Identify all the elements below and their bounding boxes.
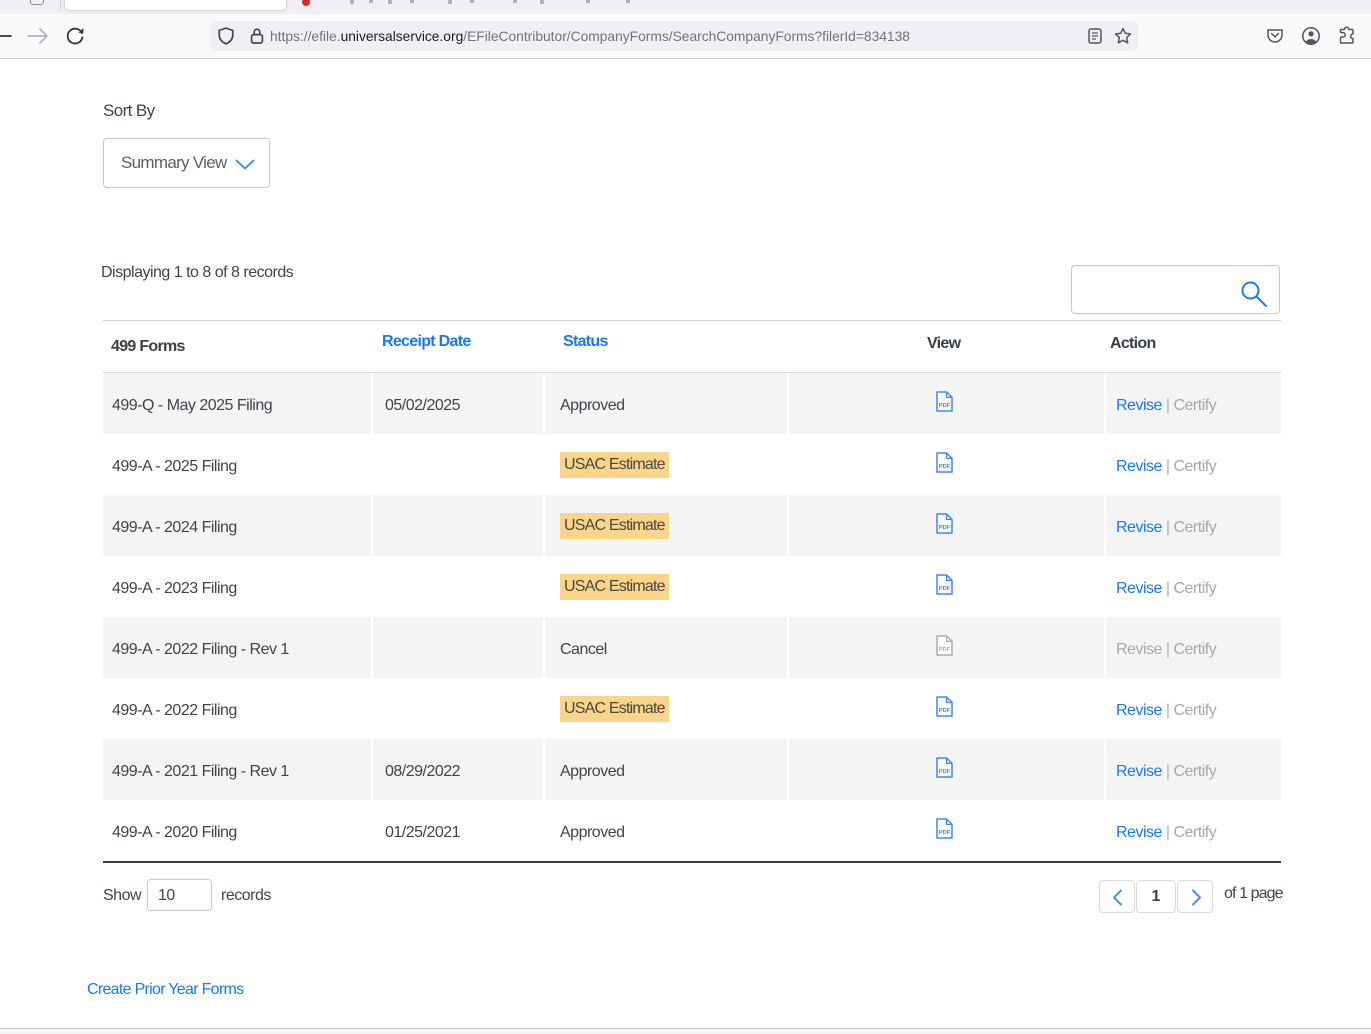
svg-text:PDF: PDF [939, 769, 951, 775]
svg-text:PDF: PDF [939, 708, 951, 714]
svg-text:PDF: PDF [939, 830, 951, 836]
svg-text:PDF: PDF [939, 647, 951, 653]
svg-text:PDF: PDF [939, 586, 951, 592]
svg-text:PDF: PDF [939, 464, 951, 470]
svg-text:PDF: PDF [939, 403, 951, 409]
svg-text:PDF: PDF [939, 525, 951, 531]
